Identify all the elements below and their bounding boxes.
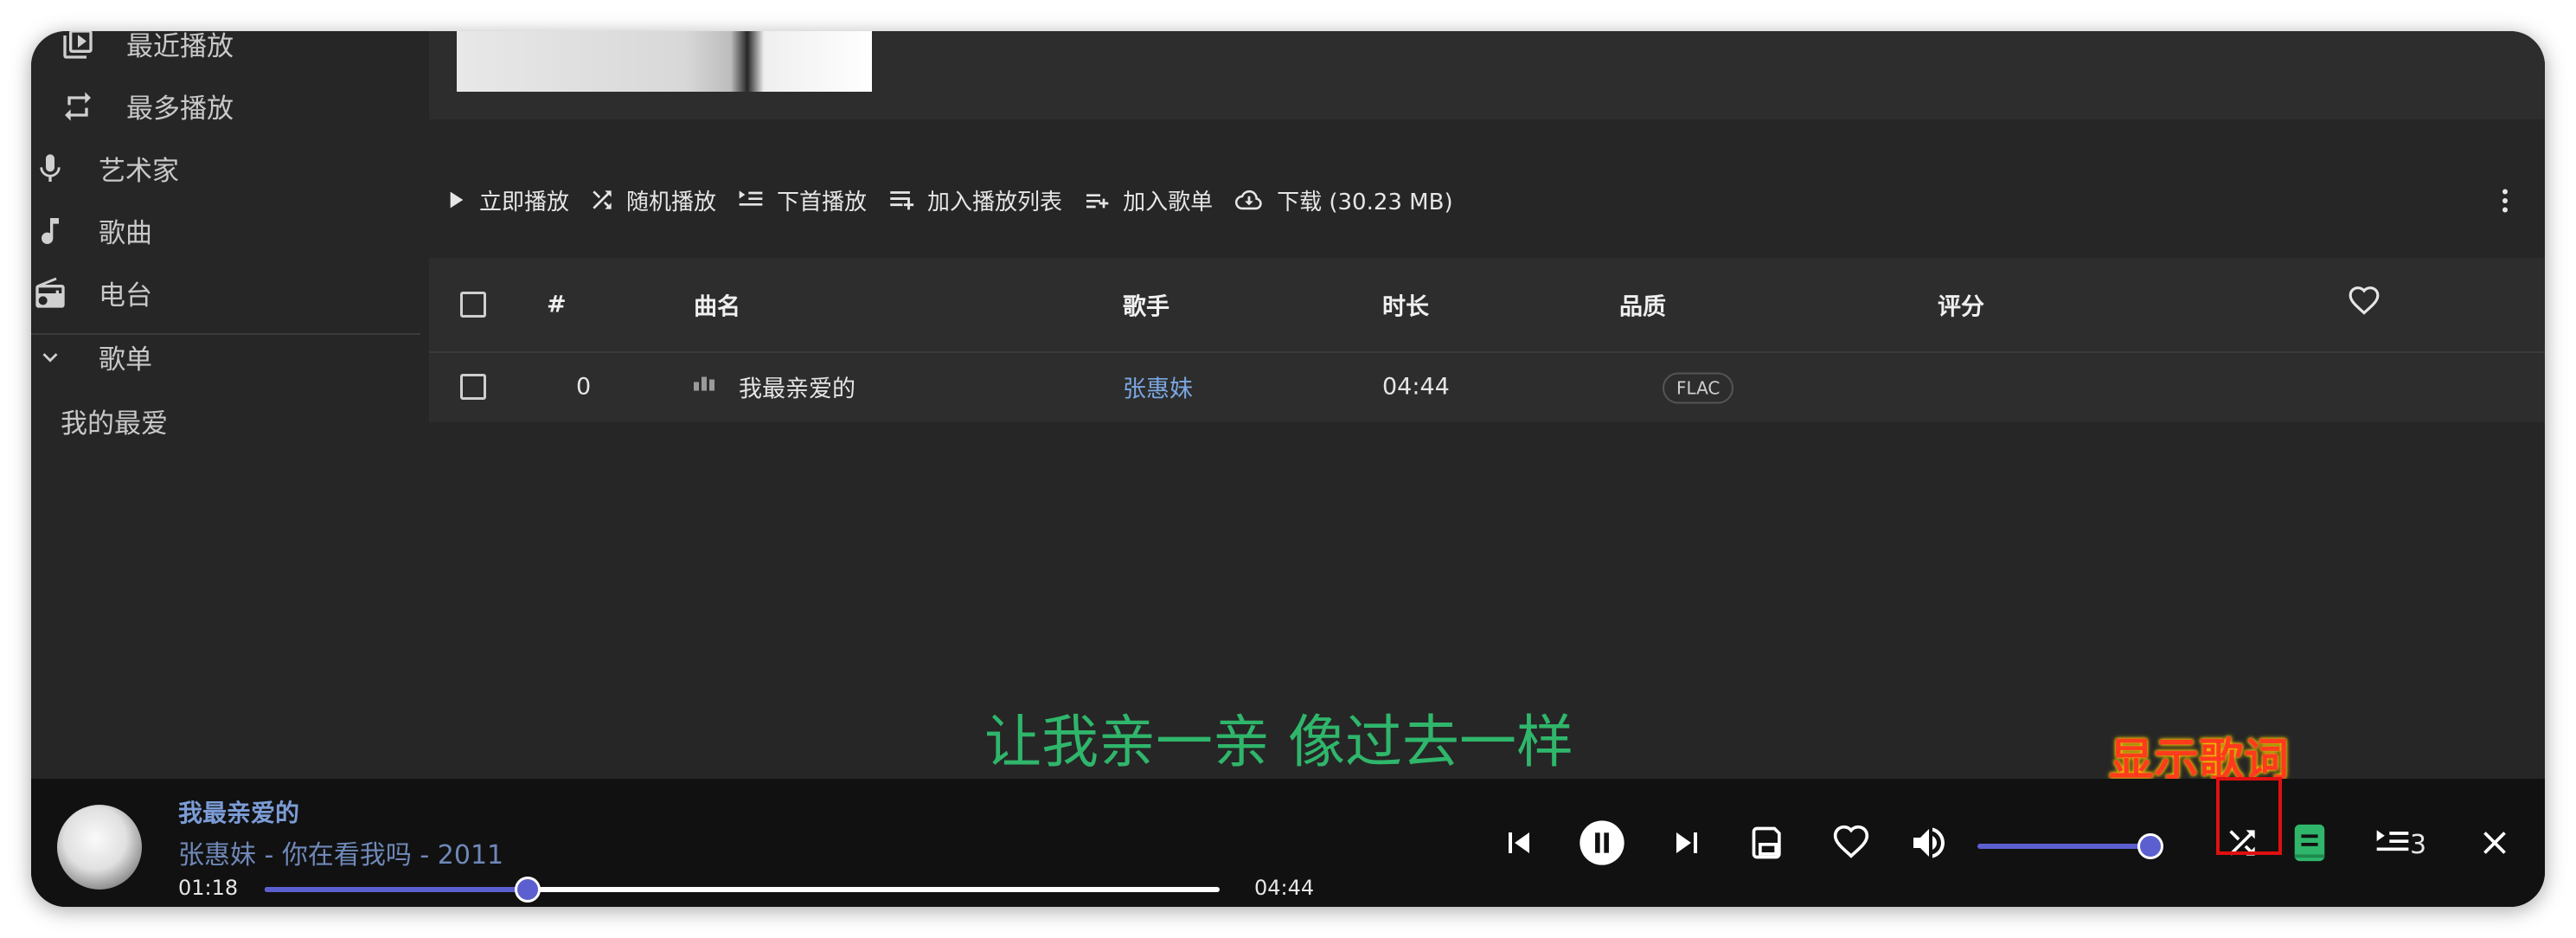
queue-add-icon bbox=[890, 191, 914, 210]
progress-knob[interactable] bbox=[514, 877, 541, 903]
playing-bars-icon bbox=[692, 374, 720, 401]
recent-play-icon bbox=[59, 31, 97, 63]
sidebar-item-label: 最近播放 bbox=[126, 31, 234, 62]
main-content: 立即播放 随机播放 下首播放 加入播放列表 加入歌单 下载 (30.23 MB) bbox=[429, 31, 2545, 779]
sidebar-divider bbox=[31, 333, 420, 335]
song-toolbar: 立即播放 随机播放 下首播放 加入播放列表 加入歌单 下载 (30.23 MB) bbox=[429, 170, 2545, 230]
row-index: 0 bbox=[576, 373, 592, 401]
add-to-playlist-button[interactable]: 加入歌单 bbox=[1081, 184, 1213, 216]
microphone-icon bbox=[31, 150, 69, 188]
total-time: 04:44 bbox=[1254, 876, 1315, 900]
column-header-duration[interactable]: 时长 bbox=[1382, 288, 1429, 322]
playlist-add-icon bbox=[1086, 194, 1109, 209]
download-button[interactable]: 下载 (30.23 MB) bbox=[1232, 184, 1453, 216]
next-icon[interactable] bbox=[1661, 817, 1713, 869]
previous-icon[interactable] bbox=[1493, 817, 1545, 869]
sidebar-item-label: 歌曲 bbox=[99, 218, 152, 249]
shuffle-play-button[interactable]: 随机播放 bbox=[588, 184, 716, 216]
sidebar-item-label: 歌单 bbox=[99, 344, 152, 376]
sidebar-item-favorites[interactable]: 我的最爱 bbox=[61, 402, 168, 440]
progress-fill bbox=[265, 887, 528, 892]
sidebar-item-label: 最多播放 bbox=[126, 93, 234, 125]
heart-icon[interactable] bbox=[2348, 286, 2381, 324]
play-icon bbox=[450, 191, 464, 209]
sidebar-item-recent[interactable]: 最近播放 bbox=[59, 31, 234, 63]
play-next-icon bbox=[739, 190, 763, 206]
table-row[interactable]: 0 我最亲爱的 张惠妹 04:44 FLAC bbox=[429, 353, 2545, 421]
pause-icon[interactable] bbox=[1576, 817, 1628, 869]
player-bar: 我最亲爱的 张惠妹 - 你在看我吗 - 2011 01:18 04:44 3 bbox=[31, 779, 2545, 907]
row-title: 我最亲爱的 bbox=[739, 376, 855, 403]
radio-icon bbox=[31, 274, 69, 312]
queue-count: 3 bbox=[2410, 830, 2427, 860]
save-icon[interactable] bbox=[1742, 817, 1794, 869]
music-note-icon bbox=[31, 212, 69, 250]
sidebar: 最近播放 最多播放 艺术家 歌曲 电台 歌单 我的最爱 bbox=[31, 31, 426, 779]
close-icon[interactable] bbox=[2469, 817, 2521, 869]
volume-knob[interactable] bbox=[2137, 833, 2163, 859]
row-duration: 04:44 bbox=[1382, 373, 1450, 401]
row-quality-badge: FLAC bbox=[1663, 372, 1734, 404]
now-playing-title[interactable]: 我最亲爱的 bbox=[178, 794, 299, 829]
volume-icon[interactable] bbox=[1903, 817, 1955, 869]
sidebar-item-label: 我的最爱 bbox=[61, 408, 168, 440]
now-playing-cover[interactable] bbox=[57, 805, 142, 890]
more-options-icon[interactable] bbox=[2489, 183, 2521, 222]
sidebar-item-songs[interactable]: 歌曲 bbox=[31, 211, 152, 250]
cloud-download-icon bbox=[1235, 190, 1262, 210]
volume-slider[interactable] bbox=[1977, 833, 2163, 859]
album-cover-image bbox=[457, 31, 872, 92]
column-header-index[interactable]: # bbox=[547, 292, 567, 318]
heart-icon[interactable] bbox=[1825, 817, 1877, 869]
add-to-queue-button[interactable]: 加入播放列表 bbox=[886, 184, 1062, 216]
progress-slider[interactable] bbox=[265, 877, 1220, 903]
sidebar-item-radio[interactable]: 电台 bbox=[31, 273, 152, 312]
sidebar-item-most-played[interactable]: 最多播放 bbox=[59, 87, 234, 125]
play-now-button[interactable]: 立即播放 bbox=[441, 184, 569, 216]
sidebar-item-artists[interactable]: 艺术家 bbox=[31, 149, 179, 188]
repeat-icon bbox=[59, 87, 97, 125]
lyric-line: 让我亲一亲 像过去一样 bbox=[984, 709, 1573, 775]
sidebar-item-playlists[interactable]: 歌单 bbox=[31, 337, 152, 376]
sidebar-item-label: 艺术家 bbox=[99, 156, 179, 187]
now-playing-subtitle[interactable]: 张惠妹 - 你在看我吗 - 2011 bbox=[178, 833, 503, 871]
column-header-artist[interactable]: 歌手 bbox=[1123, 288, 1169, 322]
column-header-quality[interactable]: 品质 bbox=[1619, 288, 1666, 322]
table-header: # 曲名 歌手 时长 品质 评分 bbox=[429, 258, 2545, 353]
chevron-down-icon[interactable] bbox=[31, 338, 69, 376]
lyrics-button-highlight bbox=[2216, 777, 2282, 855]
row-checkbox[interactable] bbox=[460, 374, 486, 400]
app-window: 最近播放 最多播放 艺术家 歌曲 电台 歌单 我的最爱 立即播放 随机播放 下首… bbox=[31, 31, 2545, 907]
lyrics-icon[interactable] bbox=[2284, 817, 2336, 869]
sidebar-item-label: 电台 bbox=[99, 280, 152, 312]
album-header bbox=[429, 31, 2545, 119]
column-header-rating[interactable]: 评分 bbox=[1938, 288, 1984, 322]
elapsed-time: 01:18 bbox=[178, 876, 239, 900]
row-artist-link[interactable]: 张惠妹 bbox=[1123, 370, 1193, 404]
select-all-checkbox[interactable] bbox=[460, 292, 486, 318]
shuffle-icon bbox=[593, 190, 612, 209]
column-header-title[interactable]: 曲名 bbox=[694, 288, 740, 322]
play-next-button[interactable]: 下首播放 bbox=[735, 184, 867, 216]
song-table: # 曲名 歌手 时长 品质 评分 0 我最亲爱的 张惠妹 04:44 FLAC bbox=[429, 258, 2545, 422]
